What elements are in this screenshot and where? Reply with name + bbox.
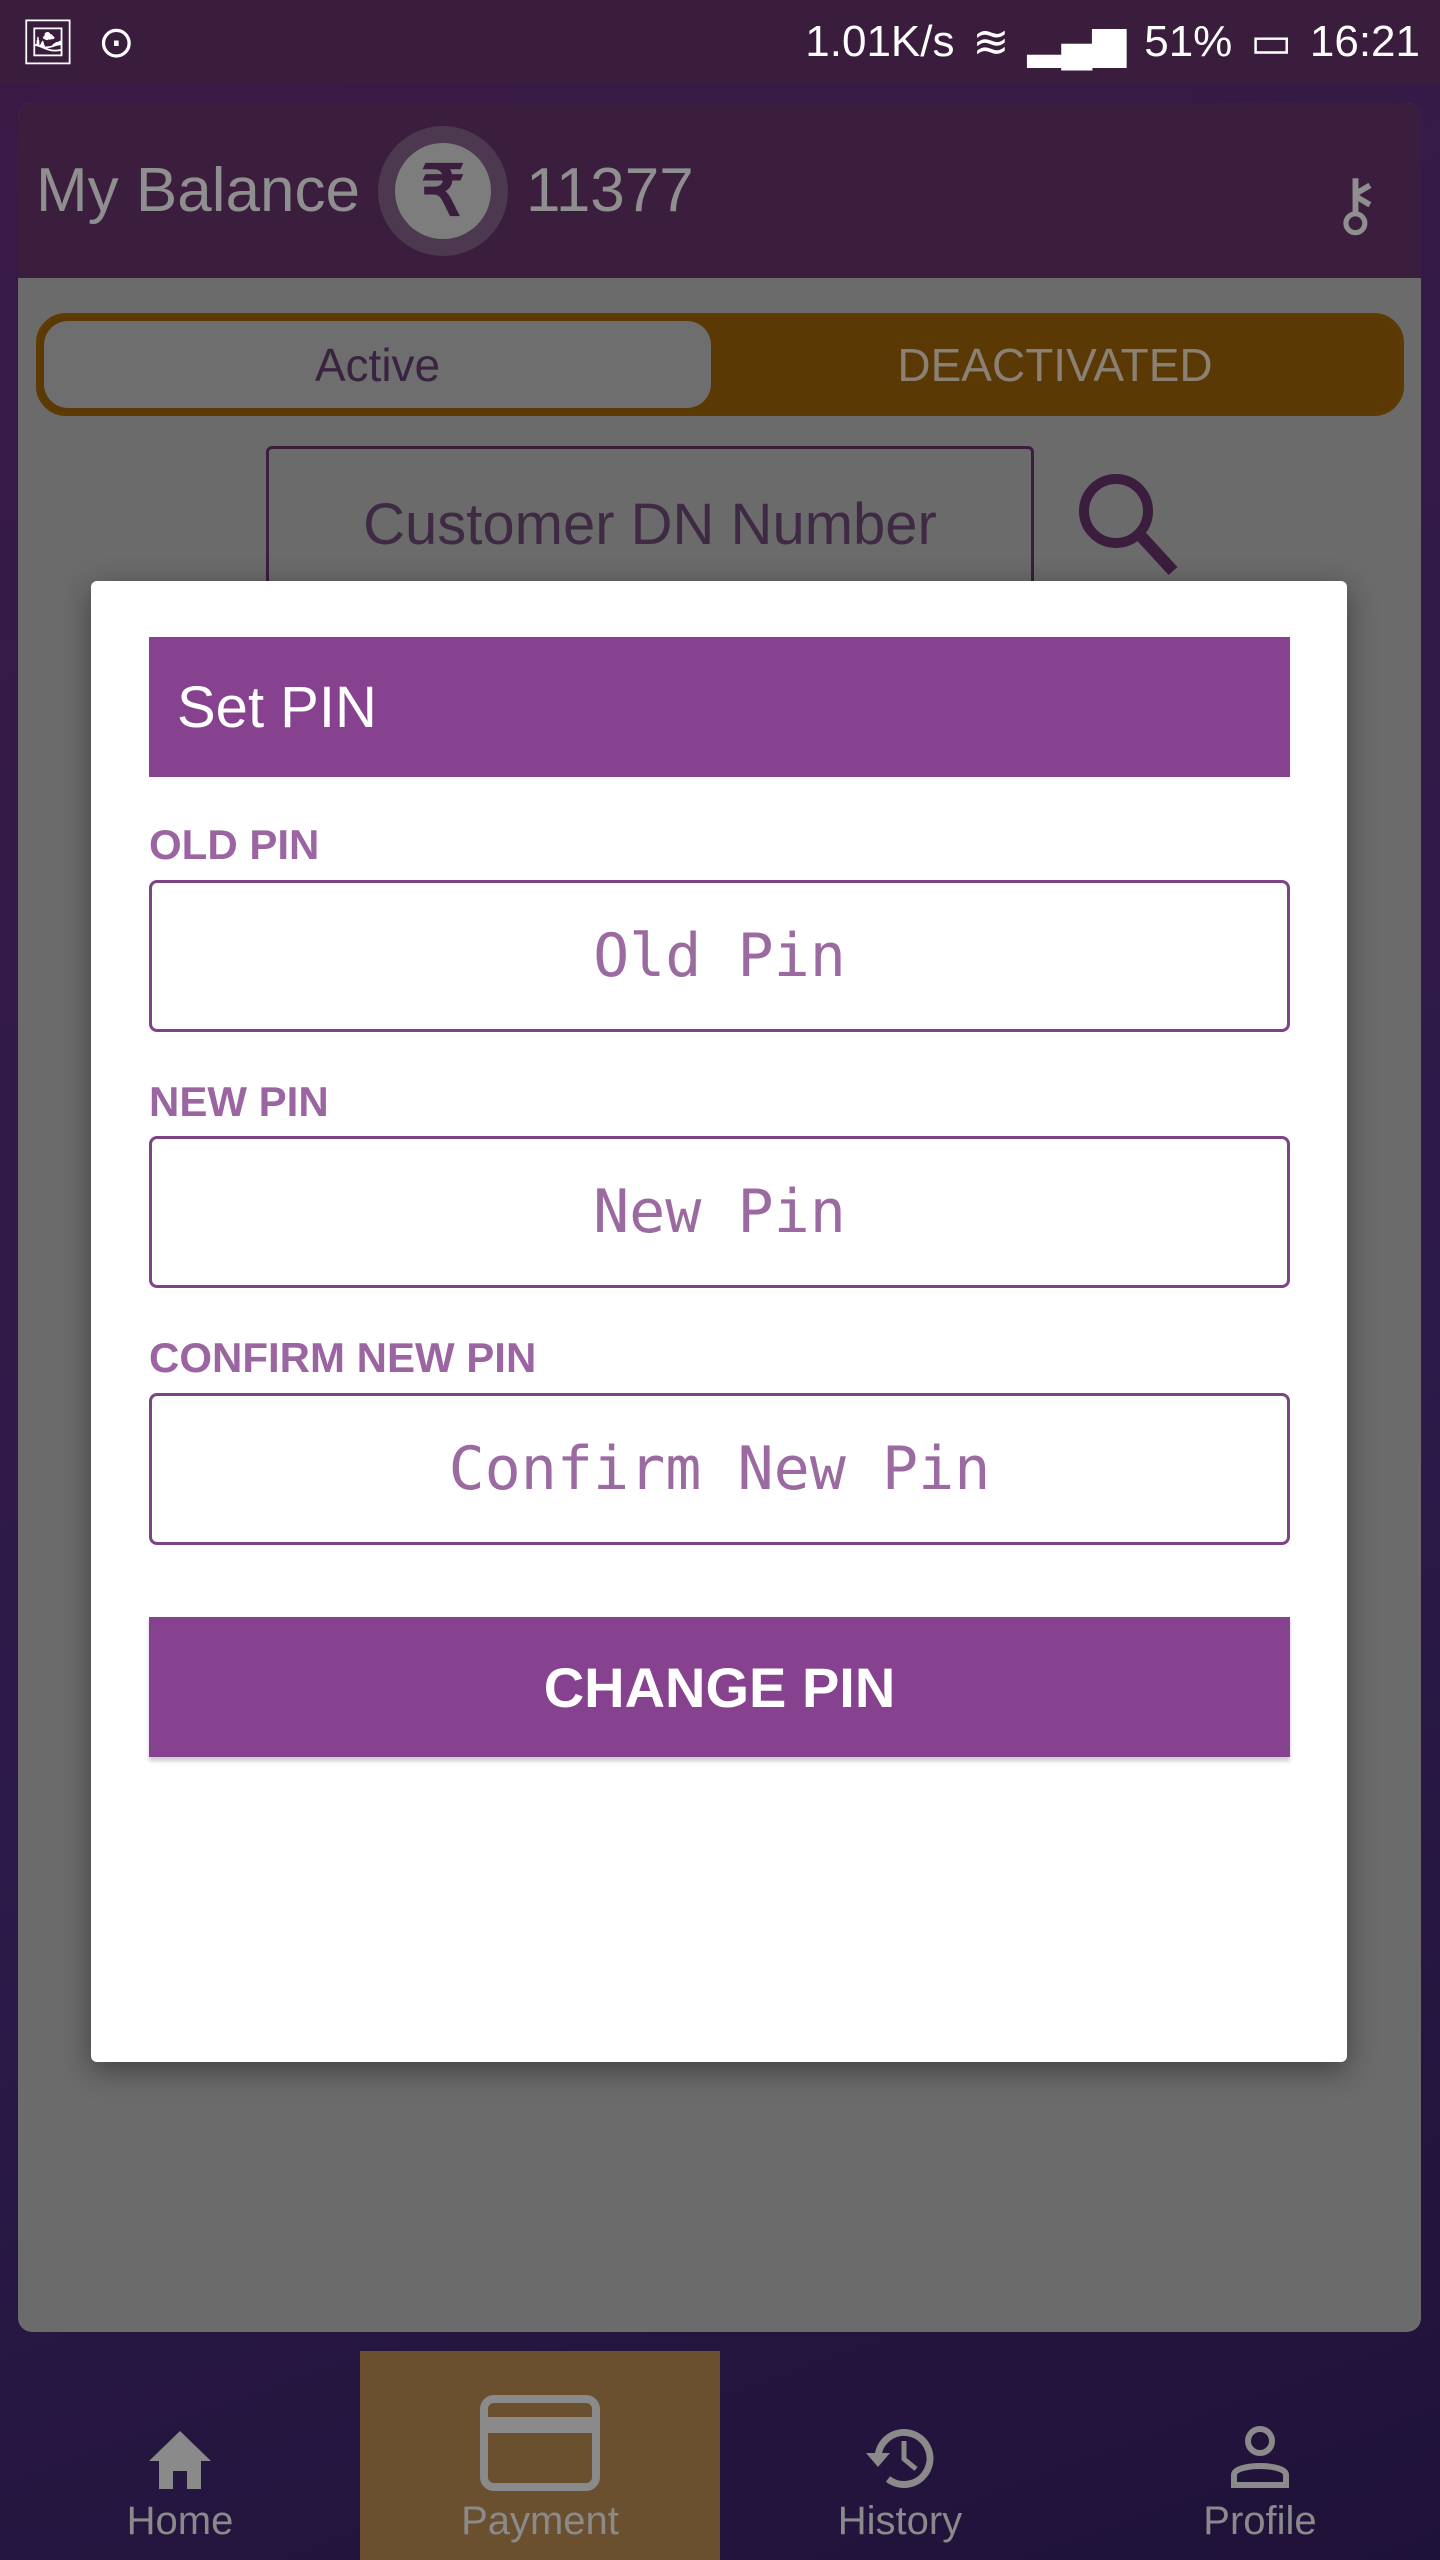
signal-icon: ▂▄▆	[1027, 17, 1127, 67]
clock: 16:21	[1309, 17, 1420, 66]
old-pin-label: OLD PIN	[149, 821, 320, 868]
nav-label: Profile	[1203, 2499, 1317, 2543]
message-icon: ⊙	[97, 17, 135, 67]
balance-title: My Balance	[36, 156, 360, 225]
dialog-title: Set PIN	[149, 637, 1290, 777]
old-pin-input[interactable]: Old Pin	[149, 880, 1290, 1032]
home-icon	[149, 2431, 211, 2489]
balance-amount: 11377	[525, 156, 694, 225]
history-icon	[866, 2429, 934, 2488]
search-icon[interactable]	[1068, 463, 1188, 583]
network-speed: 1.01K/s	[805, 17, 955, 66]
nav-home[interactable]: Home	[0, 2351, 360, 2560]
battery-percent: 51%	[1144, 17, 1233, 66]
change-pin-button[interactable]: CHANGE PIN	[149, 1617, 1290, 1757]
key-icon[interactable]: ⚷	[1330, 163, 1381, 245]
set-pin-dialog: Set PIN OLD PIN Old Pin NEW PIN New Pin …	[91, 581, 1347, 2062]
balance-header: My Balance ₹ 11377 ⚷	[18, 103, 1421, 278]
wifi-icon: ≋	[972, 17, 1010, 67]
image-icon: 🖼	[20, 18, 76, 67]
nav-label: History	[837, 2499, 963, 2543]
person-icon	[1231, 2426, 1289, 2488]
bottom-nav: Home Payment History Profile	[0, 2351, 1440, 2560]
nav-profile[interactable]: Profile	[1080, 2351, 1440, 2560]
nav-history[interactable]: History	[720, 2351, 1080, 2560]
status-bar: 🖼 ⊙ 1.01K/s ≋ ▂▄▆ 51% ▭ 16:21	[0, 0, 1440, 84]
new-pin-label: NEW PIN	[149, 1078, 329, 1125]
nav-payment[interactable]: Payment	[360, 2351, 720, 2560]
card-icon	[480, 2395, 600, 2491]
confirm-pin-input[interactable]: Confirm New Pin	[149, 1393, 1290, 1545]
tab-deactivated[interactable]: DEACTIVATED	[710, 317, 1400, 412]
nav-label: Home	[126, 2499, 234, 2543]
new-pin-input[interactable]: New Pin	[149, 1136, 1290, 1288]
tab-active[interactable]: Active	[44, 321, 711, 408]
status-toggle[interactable]: Active DEACTIVATED	[36, 313, 1404, 416]
battery-icon: ▭	[1250, 17, 1292, 67]
rupee-icon: ₹	[377, 125, 508, 256]
nav-label: Payment	[461, 2499, 619, 2543]
confirm-pin-label: CONFIRM NEW PIN	[149, 1334, 537, 1381]
